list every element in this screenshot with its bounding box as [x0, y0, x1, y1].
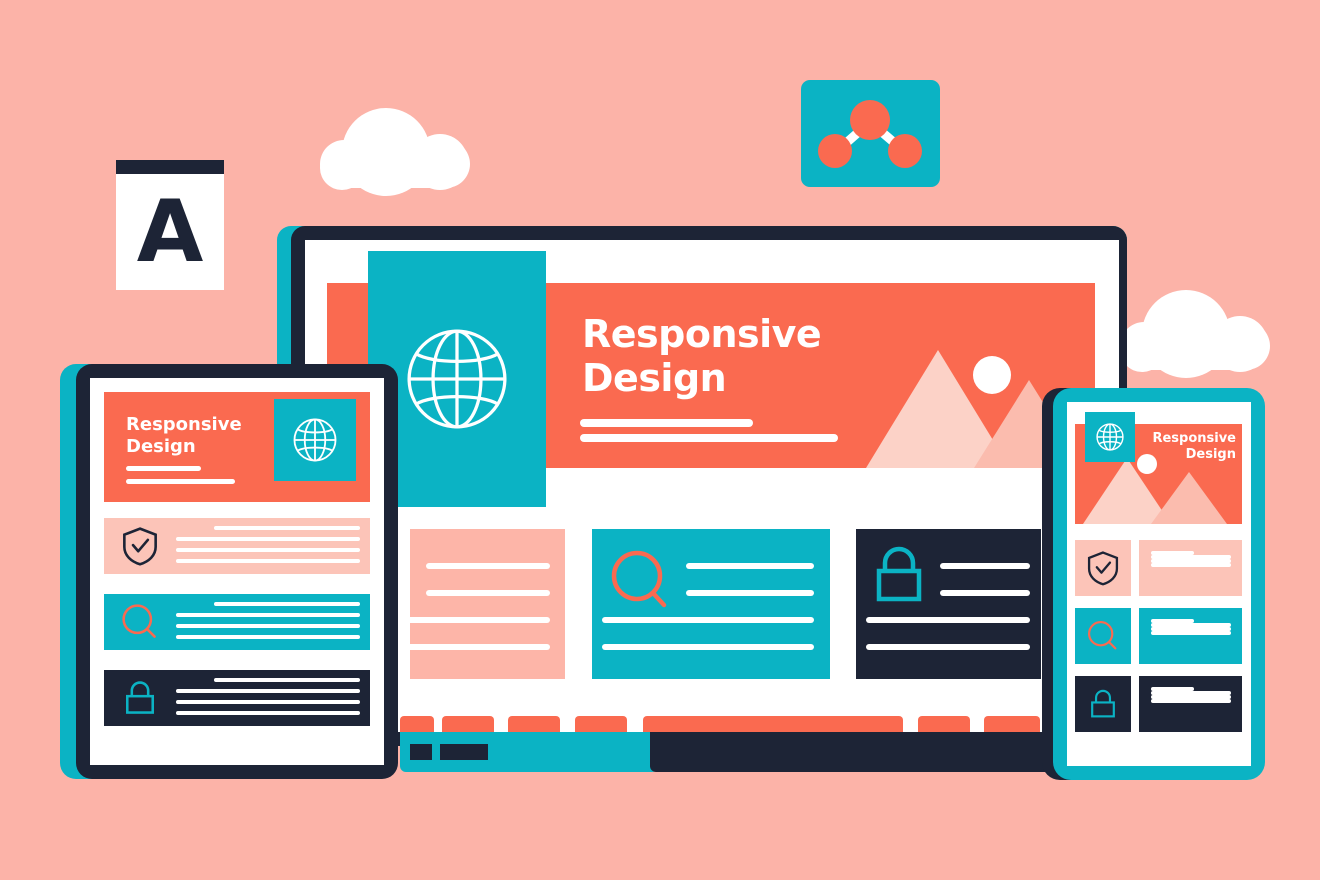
shield-check-icon [120, 526, 160, 566]
search-icon [611, 550, 667, 608]
logo-letter: A [136, 182, 204, 282]
tablet-row-lock-lines [176, 678, 360, 722]
phone-tile-lock-text[interactable] [1139, 676, 1242, 732]
mountain-small-icon [1151, 472, 1227, 524]
tablet-hero-underline-2 [126, 479, 235, 484]
desktop-card-navy[interactable] [856, 529, 1041, 679]
tablet-hero-title-line1: Responsive [126, 414, 242, 435]
desktop-hero-title-line2: Design [582, 356, 727, 401]
sun-icon [973, 356, 1011, 394]
phone-globe-panel [1085, 412, 1135, 462]
globe-icon [293, 418, 337, 462]
desktop-base-left [400, 732, 658, 772]
tablet-row-search[interactable] [104, 594, 370, 650]
desktop-hero-title-line1: Responsive [582, 312, 822, 356]
network-badge [801, 80, 940, 187]
phone-hero-title-line1: Responsive [1152, 431, 1236, 446]
tablet-row-shield-lines [176, 526, 360, 570]
cloud-right [1120, 290, 1270, 378]
phone-hero-title: Responsive Design [1130, 431, 1236, 462]
phone-hero-title-line2: Design [1185, 446, 1236, 462]
search-icon [120, 602, 160, 642]
phone-tile-search-text[interactable] [1139, 608, 1242, 664]
illustration-canvas: A Responsive Design Responsive Design Re… [0, 0, 1320, 880]
cloud-left [320, 108, 470, 196]
tablet-hero-underline-1 [126, 466, 201, 471]
globe-icon [1096, 423, 1124, 451]
logo-badge: A [116, 160, 224, 290]
search-icon [1088, 621, 1117, 650]
lock-icon [120, 678, 160, 718]
phone-tile-lock-icon[interactable] [1075, 676, 1131, 732]
phone-tile-search-icon[interactable] [1075, 608, 1131, 664]
tablet-globe-panel [274, 399, 356, 481]
desktop-base-key-2 [440, 744, 488, 760]
logo-badge-bar [116, 160, 224, 174]
desktop-card-teal[interactable] [592, 529, 830, 679]
desktop-base-key-1 [410, 744, 432, 760]
desktop-hero-underline-1 [580, 419, 753, 427]
tablet-row-search-lines [176, 602, 360, 646]
globe-icon [407, 329, 507, 429]
phone-tile-shield-text[interactable] [1139, 540, 1242, 596]
shield-check-icon [1087, 551, 1119, 586]
desktop-hero-title: Responsive Design [582, 312, 912, 400]
tablet-row-lock[interactable] [104, 670, 370, 726]
lock-icon [1091, 689, 1115, 718]
desktop-base-right [650, 732, 1054, 772]
tablet-hero-title-line2: Design [126, 435, 196, 457]
desktop-card-pink[interactable] [400, 529, 565, 679]
phone-tile-shield-icon[interactable] [1075, 540, 1131, 596]
tablet-hero-title: Responsive Design [126, 414, 266, 457]
share-network-icon [818, 100, 922, 168]
tablet-row-shield[interactable] [104, 518, 370, 574]
lock-icon [876, 546, 922, 602]
desktop-hero-underline-2 [580, 434, 838, 442]
